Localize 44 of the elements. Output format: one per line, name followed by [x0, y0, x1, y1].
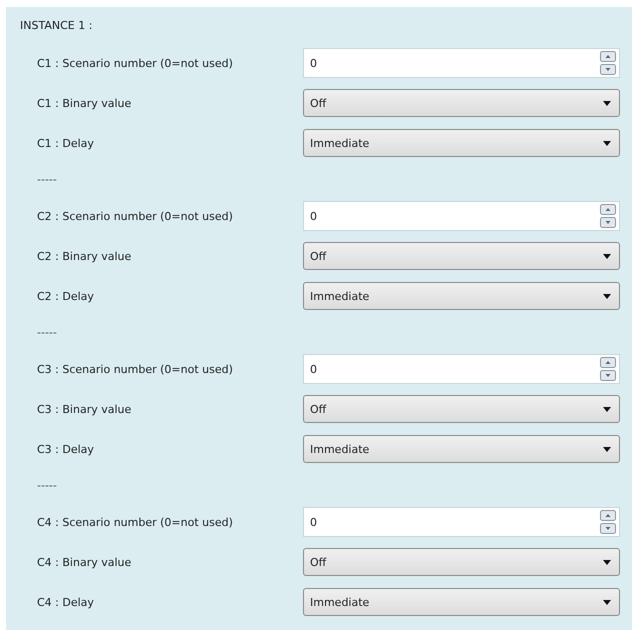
parameter-label: C1 : Binary value: [36, 96, 132, 110]
caret-icon: [603, 406, 611, 412]
dropdown[interactable]: Immediate: [303, 435, 620, 463]
spin-down-icon[interactable]: [600, 217, 616, 228]
parameter-label: C3 : Scenario number (0=not used): [36, 362, 234, 376]
parameter-label: C2 : Binary value: [36, 250, 132, 262]
parameter-label: C2 : Delay: [36, 290, 95, 302]
parameter-label: C1 : Scenario number (0=not used): [36, 56, 234, 70]
parameter-label: C3 : Delay: [36, 442, 95, 456]
dropdown[interactable]: Off: [303, 548, 620, 576]
caret-icon: [603, 560, 611, 564]
spin-up-icon[interactable]: [600, 51, 616, 62]
parameter-label: C3 : Binary value: [36, 402, 132, 416]
parameter-label: C1 : Delay: [36, 136, 95, 150]
dropdown[interactable]: Immediate: [303, 282, 620, 310]
caret-icon: [603, 600, 611, 604]
caret-icon: [603, 254, 611, 258]
dropdown[interactable]: Immediate: [303, 129, 620, 157]
spin-up-icon[interactable]: [600, 204, 616, 215]
spin-down-icon[interactable]: [600, 64, 616, 75]
parameter-label: C4 : Delay: [36, 596, 95, 608]
spin-up-icon[interactable]: [600, 357, 616, 368]
dropdown[interactable]: Off: [303, 89, 620, 117]
dropdown[interactable]: Off: [303, 242, 620, 270]
spin-down-icon[interactable]: [600, 523, 616, 534]
number-field[interactable]: 0: [303, 48, 620, 78]
section-title: INSTANCE 1 :: [20, 19, 94, 34]
number-field[interactable]: 0: [303, 201, 620, 231]
caret-icon: [603, 294, 611, 298]
caret-icon: [603, 140, 611, 146]
caret-icon: [603, 446, 611, 452]
dropdown[interactable]: Off: [303, 395, 620, 423]
separator-text: -----: [37, 479, 57, 492]
parameter-label: C2 : Scenario number (0=not used): [36, 210, 234, 222]
caret-icon: [603, 100, 611, 106]
spin-up-icon[interactable]: [600, 510, 616, 521]
separator-text: -----: [37, 173, 57, 186]
separator-text: -----: [37, 326, 57, 339]
dropdown[interactable]: Immediate: [303, 588, 620, 616]
spin-down-icon[interactable]: [600, 370, 616, 381]
number-field[interactable]: 0: [303, 507, 620, 537]
number-field[interactable]: 0: [303, 354, 620, 384]
parameter-label: C4 : Binary value: [36, 556, 132, 568]
parameter-label: C4 : Scenario number (0=not used): [36, 516, 234, 528]
